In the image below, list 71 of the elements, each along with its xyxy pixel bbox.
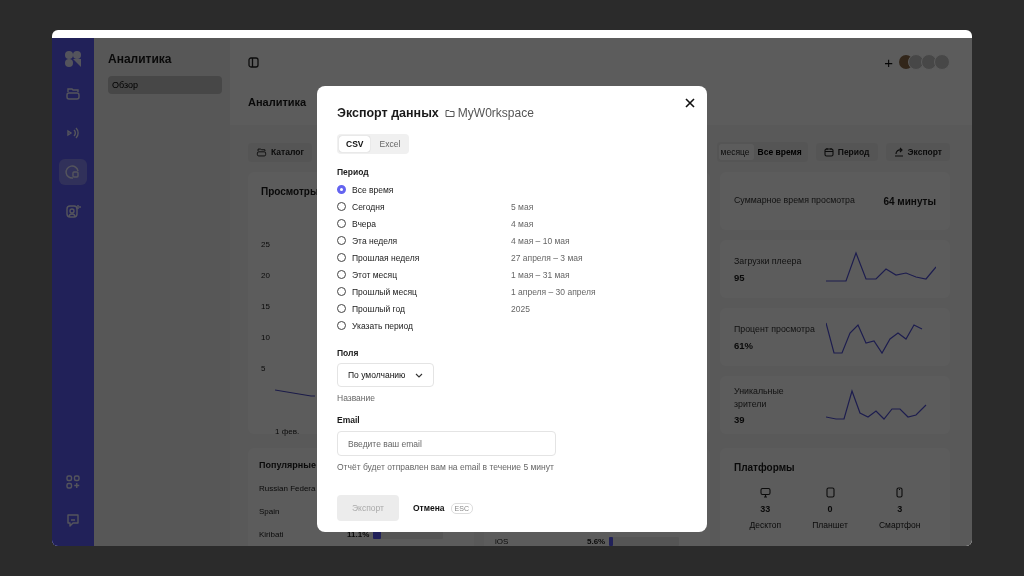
radio-label[interactable]: Указать период [352, 320, 413, 331]
card-title: Популярные [259, 460, 316, 470]
format-tab[interactable]: Excel [372, 136, 408, 152]
dialog-title: Экспорт данных [337, 106, 439, 120]
share-icon [893, 147, 904, 157]
date-range: 27 апреля – 3 мая [511, 252, 583, 263]
platform-label: Смартфон [878, 520, 921, 530]
stat-label: Процент просмотра [734, 323, 816, 337]
country-name: Spain [259, 506, 280, 516]
axis-label: 25 [261, 240, 271, 249]
folder-icon [444, 108, 455, 118]
sidebar-title: Аналитика [108, 52, 173, 66]
email-hint: Отчёт будет отправлен вам на email в течение 5 минут [337, 462, 555, 472]
sidebar-toggle-icon[interactable] [248, 56, 259, 68]
stat-value: 64 минуты [883, 195, 936, 207]
radio-label[interactable]: Прошлый год [352, 303, 405, 314]
stat-value: 39 [734, 414, 746, 426]
cancel-button[interactable]: Отмена [412, 503, 445, 513]
monitor-icon [759, 487, 771, 498]
calendar-icon [823, 147, 834, 157]
platform-name: iOS [495, 536, 509, 546]
stat-label: Загрузки плеера [734, 255, 803, 269]
axis-label: 5 [261, 364, 267, 373]
stat-value: 95 [734, 271, 746, 283]
axis-label: 10 [261, 333, 271, 342]
share-value: 5.6% [587, 536, 606, 546]
format-tab[interactable]: CSV [339, 136, 371, 152]
axis-label: 15 [261, 302, 271, 311]
country-name: Russian Federa [259, 483, 316, 493]
date-range: 2025 [511, 303, 530, 314]
stat-label: Уникальные зрители [734, 384, 785, 411]
tablet-icon [824, 487, 836, 498]
chevron-down-icon [415, 372, 424, 378]
date-range: 4 мая [511, 218, 534, 229]
date-range: 1 апреля – 30 апреля [511, 286, 596, 297]
platform-count: 0 [827, 504, 833, 514]
radio-label[interactable]: Этот месяц [352, 269, 397, 280]
phone-icon [894, 487, 906, 498]
card-title: Просмотры [261, 186, 319, 197]
radio-label[interactable]: Все время [352, 184, 394, 195]
country-name: Kiribati [259, 529, 284, 539]
radio-label[interactable]: Вчера [352, 218, 376, 229]
field-hint: Название [337, 393, 376, 403]
avatar [908, 54, 924, 70]
stat-value: 61% [734, 339, 754, 351]
section-label: Поля [337, 348, 360, 358]
platform-count: 33 [760, 504, 771, 514]
radio-label[interactable]: Прошлая неделя [352, 252, 420, 263]
folder-icon[interactable] [256, 146, 267, 158]
radio-label[interactable]: Прошлый месяц [352, 286, 417, 297]
page-title: Аналитика [248, 96, 307, 108]
section-label: Период [337, 167, 370, 177]
card-title: Платформы [734, 462, 795, 473]
share-value: 11.1% [347, 529, 370, 539]
date-range: 5 мая [511, 201, 534, 212]
axis-label: 20 [261, 271, 271, 280]
email-field[interactable]: Введите ваш email [337, 431, 556, 456]
stat-label: Суммарное время просмотра [734, 194, 856, 208]
platform-label: Планшет [812, 520, 848, 530]
radio-label[interactable]: Сегодня [352, 201, 385, 212]
axis-label: 1 фев. [275, 427, 300, 436]
workspace-name: MyW0rkspace [457, 106, 534, 120]
section-label: Email [337, 415, 361, 425]
platform-label: Десктоп [749, 520, 782, 530]
platform-count: 3 [897, 504, 903, 514]
date-range: 4 мая – 10 мая [511, 235, 570, 246]
date-range: 1 мая – 31 мая [511, 269, 570, 280]
chart-line [275, 389, 315, 399]
radio-label[interactable]: Эта неделя [352, 235, 398, 246]
fields-dropdown[interactable]: По умолчанию [337, 363, 435, 387]
radio-button[interactable] [337, 185, 346, 194]
